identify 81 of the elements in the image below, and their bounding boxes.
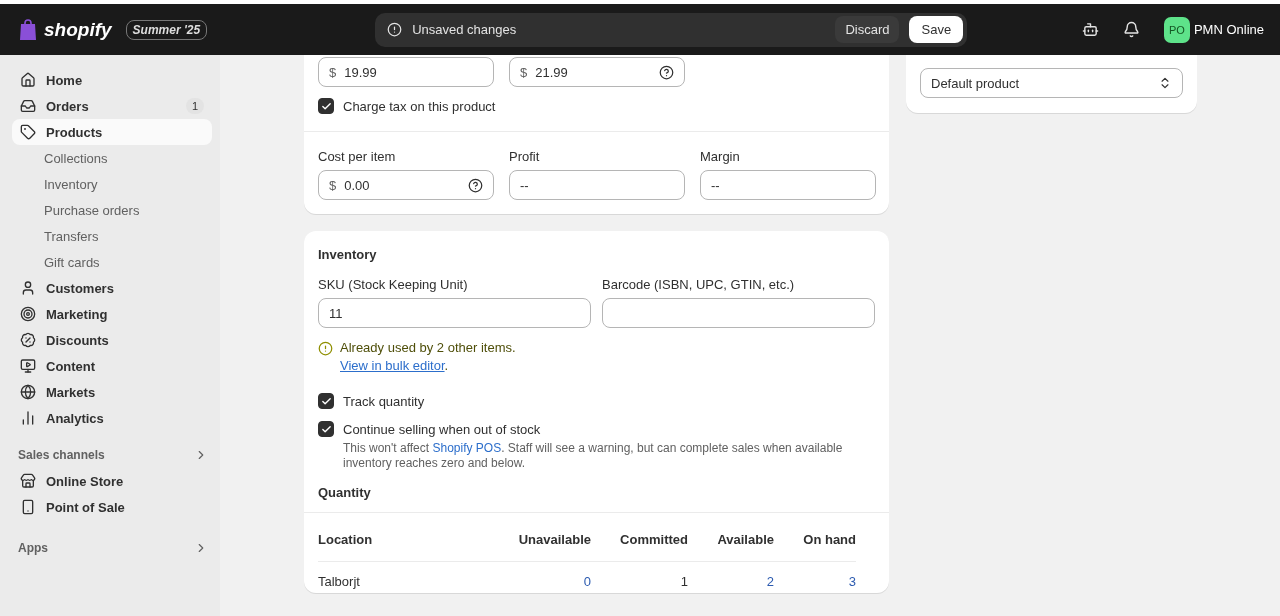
person-icon [20, 280, 36, 296]
save-button[interactable]: Save [909, 16, 964, 43]
badge-icon [20, 332, 36, 348]
price-field[interactable]: $ 19.99 [318, 57, 494, 87]
sidebar-item[interactable]: Customers [12, 275, 212, 301]
field-label: Margin [700, 149, 741, 164]
column-header: Unavailable [488, 513, 591, 562]
field-label: SKU (Stock Keeping Unit) [318, 277, 469, 292]
phone-icon [20, 499, 36, 515]
sidebar-item[interactable]: Online Store [12, 468, 212, 494]
column-header: Available [688, 513, 774, 562]
section-title: Quantity [318, 485, 372, 500]
shopping-bag-icon [18, 18, 38, 41]
field-label: Profit [509, 149, 541, 164]
input-field[interactable] [602, 298, 875, 328]
account-name[interactable]: PMN Online [1193, 22, 1264, 37]
sidebar-item[interactable]: Gift cards [12, 249, 212, 275]
sidebar-item[interactable]: Products [12, 119, 212, 145]
column-header: On hand [774, 513, 856, 562]
checkbox-label: Continue selling when out of stock [343, 421, 541, 437]
check-icon [320, 395, 332, 407]
house-icon [20, 72, 36, 88]
notice-text: Unsaved changes [412, 22, 518, 37]
discard-button[interactable]: Discard [835, 16, 900, 43]
sidebar-item[interactable]: Inventory [12, 171, 212, 197]
input-field[interactable]: 11 [318, 298, 591, 328]
sidebar-item[interactable]: Collections [12, 145, 212, 171]
checkbox[interactable] [318, 421, 334, 437]
checkbox-label: Track quantity [343, 393, 425, 409]
field-label: Cost per item [318, 149, 397, 164]
alert-icon [387, 22, 403, 37]
column-header: Location [318, 513, 488, 562]
globe-icon [20, 384, 36, 400]
card-title: Inventory [318, 247, 378, 262]
bulk-editor-link[interactable]: View in bulk editor [340, 358, 445, 373]
input-field[interactable]: -- [700, 170, 876, 200]
avatar[interactable]: PO [1163, 16, 1190, 43]
checkbox[interactable] [318, 98, 334, 114]
section-heading: Sales channels [18, 448, 105, 462]
tag-icon [20, 124, 36, 140]
table-cell-text: 1 [679, 573, 688, 591]
quantity-link[interactable]: 0 [488, 562, 591, 593]
section-heading: Apps [18, 541, 48, 555]
sidebar-item[interactable]: Point of Sale [12, 494, 212, 520]
input-field[interactable]: $ 0.00 [318, 170, 494, 200]
sidebar-item[interactable]: Analytics [12, 405, 212, 431]
template-select[interactable]: Default product [920, 68, 1183, 98]
column-header: Committed [591, 513, 688, 562]
checkbox[interactable] [318, 393, 334, 409]
target-icon [20, 306, 36, 322]
sidebar-item[interactable]: Transfers [12, 223, 212, 249]
field-label: Barcode (ISBN, UPC, GTIN, etc.) [602, 277, 796, 292]
warning-icon [318, 341, 333, 356]
bar-chart-icon [20, 410, 36, 426]
input-field[interactable]: -- [509, 170, 685, 200]
quantity-link[interactable]: 3 [774, 562, 856, 593]
robot-icon[interactable] [1081, 21, 1099, 38]
help-icon[interactable] [659, 64, 674, 80]
monitor-icon [20, 358, 36, 374]
sidebar-item[interactable]: Home [12, 67, 212, 93]
check-icon [320, 423, 332, 435]
sidebar-item[interactable]: Content [12, 353, 212, 379]
warning-text: Already used by 2 other items. View in bulk editor. [340, 339, 517, 375]
help-text: This won't affect Shopify POS. Staff will see a warning, but can complete sales when available inventory reaches zero and below. [343, 441, 844, 471]
sidebar-item[interactable]: Markets [12, 379, 212, 405]
sidebar-item[interactable]: Discounts [12, 327, 212, 353]
store-icon [20, 473, 36, 489]
sidebar-item[interactable]: Purchase orders [12, 197, 212, 223]
count-badge: 1 [185, 98, 204, 114]
checkbox-label: Charge tax on this product [343, 98, 496, 114]
logo-text: shopify [44, 18, 112, 41]
bell-icon[interactable] [1122, 21, 1140, 38]
help-icon[interactable] [468, 177, 483, 193]
quantity-link[interactable]: 2 [688, 562, 774, 593]
inbox-icon [20, 98, 36, 114]
sidebar-item[interactable]: Orders 1 [12, 93, 212, 119]
sidebar-item[interactable]: Marketing [12, 301, 212, 327]
check-icon [320, 100, 332, 112]
edition-badge: Summer '25 [125, 19, 208, 40]
price-field[interactable]: $ 21.99 [509, 57, 685, 87]
table-cell-text: Talborjt [318, 573, 361, 591]
